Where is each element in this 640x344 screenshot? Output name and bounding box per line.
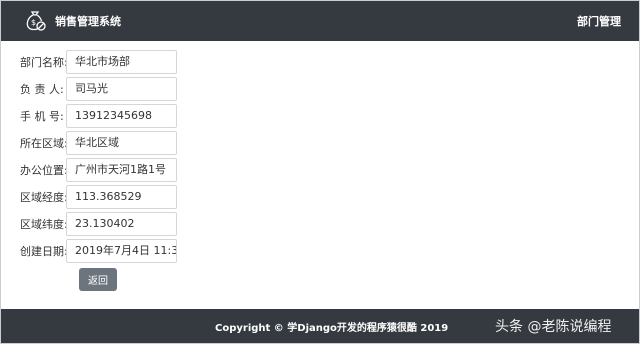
field-label: 负 责 人: bbox=[20, 83, 64, 96]
form-row-created: 创建日期: 2019年7月4日 11:37 bbox=[20, 239, 177, 263]
svg-text:$: $ bbox=[31, 18, 36, 27]
field-label: 所在区域: bbox=[20, 137, 68, 150]
manager-field[interactable]: 司马光 bbox=[66, 77, 177, 101]
department-name-field[interactable]: 华北市场部 bbox=[66, 50, 177, 74]
brand-title: 销售管理系统 bbox=[55, 15, 121, 28]
latitude-field[interactable]: 23.130402 bbox=[66, 212, 177, 236]
watermark-text: 头条 @老陈说编程 bbox=[495, 319, 612, 335]
nav-link-department[interactable]: 部门管理 bbox=[577, 13, 621, 29]
created-date-field[interactable]: 2019年7月4日 11:37 bbox=[66, 239, 177, 263]
brand[interactable]: $ 销售管理系统 bbox=[23, 9, 121, 33]
copyright-text: Copyright © 学Django开发的程序猿很酷 2019 bbox=[215, 322, 449, 334]
region-field[interactable]: 华北区域 bbox=[66, 131, 177, 155]
form-row-longitude: 区域经度: 113.368529 bbox=[20, 185, 177, 209]
money-bag-icon: $ bbox=[23, 9, 47, 33]
footer: Copyright © 学Django开发的程序猿很酷 2019 头条 @老陈说… bbox=[1, 309, 639, 343]
field-label: 部门名称: bbox=[20, 56, 68, 69]
form-row-name: 部门名称: 华北市场部 bbox=[20, 50, 177, 74]
field-label: 区域经度: bbox=[20, 191, 68, 204]
field-label: 办公位置: bbox=[20, 164, 68, 177]
field-label: 区域纬度: bbox=[20, 218, 68, 231]
field-label: 创建日期: bbox=[20, 245, 68, 258]
top-navbar: $ 销售管理系统 部门管理 bbox=[1, 1, 639, 41]
field-label: 手 机 号: bbox=[20, 110, 64, 123]
form-row-office: 办公位置: 广州市天河1路1号 bbox=[20, 158, 177, 182]
form-row-phone: 手 机 号: 13912345698 bbox=[20, 104, 177, 128]
back-button[interactable]: 返回 bbox=[79, 268, 117, 291]
form-row-region: 所在区域: 华北区域 bbox=[20, 131, 177, 155]
longitude-field[interactable]: 113.368529 bbox=[66, 185, 177, 209]
form-row-manager: 负 责 人: 司马光 bbox=[20, 77, 177, 101]
office-location-field[interactable]: 广州市天河1路1号 bbox=[66, 158, 177, 182]
form-row-latitude: 区域纬度: 23.130402 bbox=[20, 212, 177, 236]
phone-field[interactable]: 13912345698 bbox=[66, 104, 177, 128]
